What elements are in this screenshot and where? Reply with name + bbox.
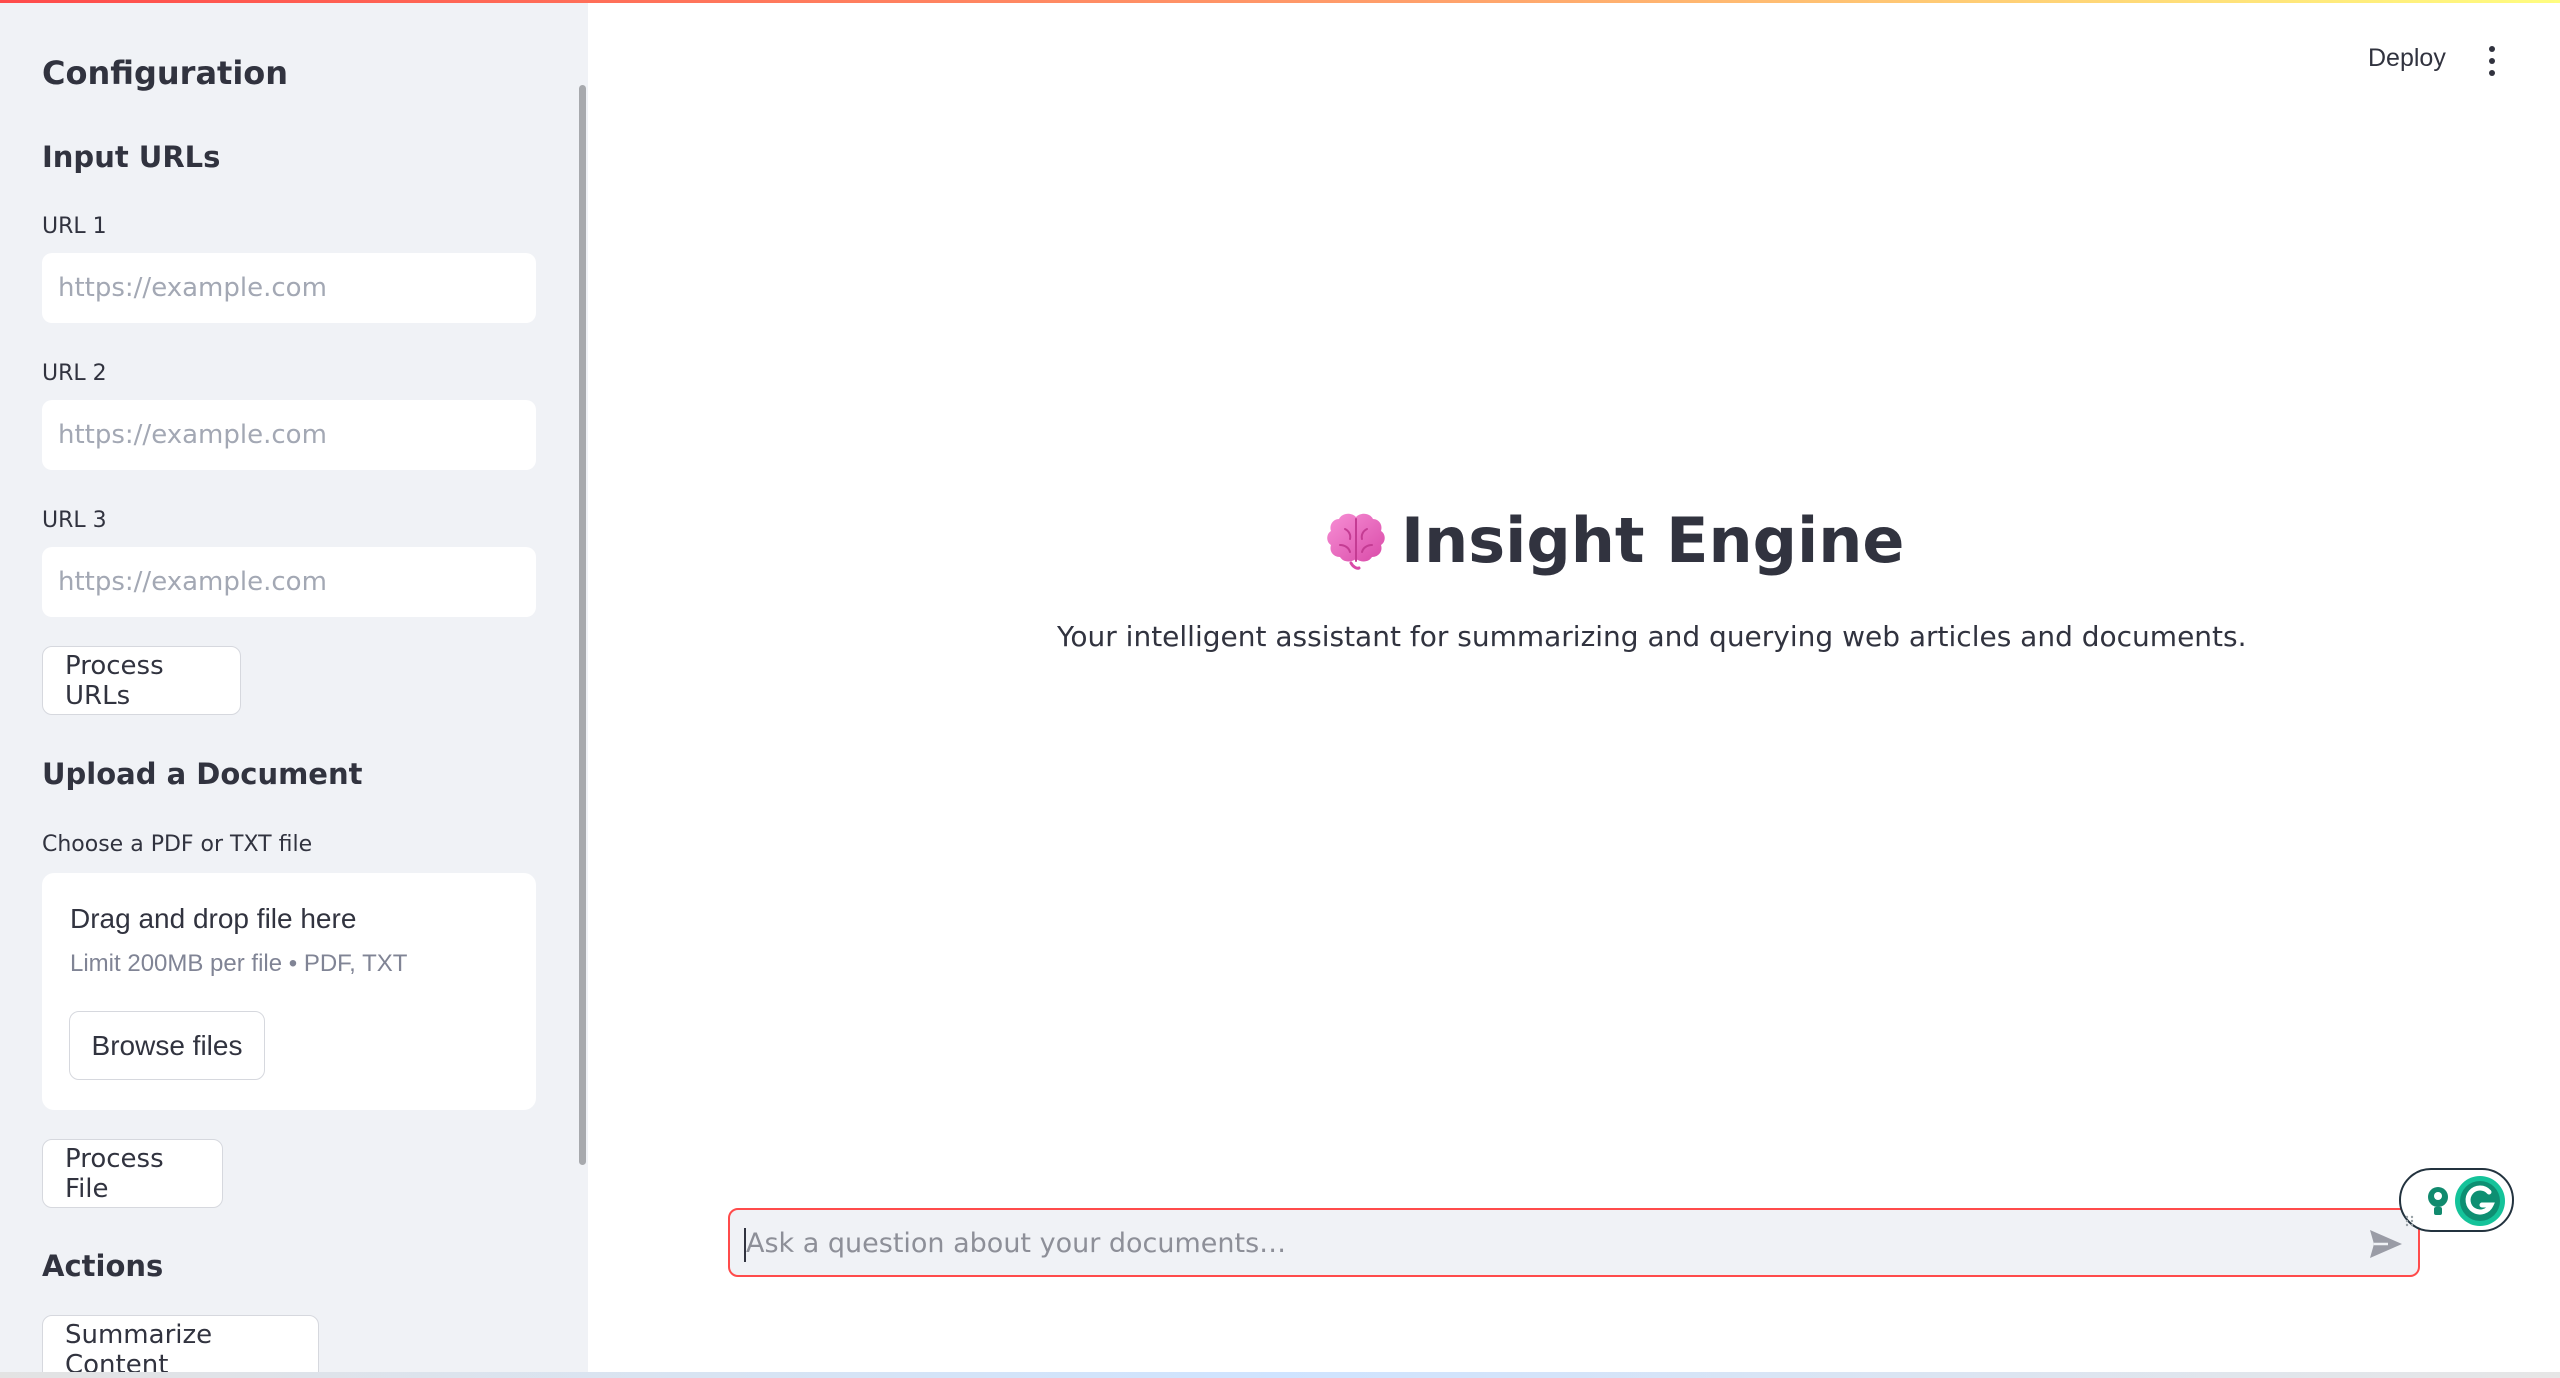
page-header: Insight Engine: [1323, 500, 1904, 580]
sidebar: Configuration Input URLs URL 1 https://e…: [0, 0, 588, 1372]
dropzone-limit: Limit 200MB per file • PDF, TXT: [70, 950, 408, 977]
chat-input[interactable]: Ask a question about your documents…: [728, 1208, 2420, 1277]
process-urls-button[interactable]: Process URLs: [42, 646, 241, 715]
lightbulb-icon[interactable]: [2425, 1185, 2451, 1219]
file-dropzone[interactable]: Drag and drop file here Limit 200MB per …: [42, 873, 536, 1110]
url-1-label: URL 1: [42, 214, 107, 239]
url-3-placeholder: https://example.com: [58, 567, 327, 597]
sidebar-title: Configuration: [42, 54, 289, 92]
send-icon[interactable]: [2368, 1228, 2404, 1260]
url-1-input[interactable]: https://example.com: [42, 253, 536, 323]
upload-label: Choose a PDF or TXT file: [42, 832, 313, 857]
url-1-placeholder: https://example.com: [58, 273, 327, 303]
sidebar-scrollbar[interactable]: [579, 85, 586, 1165]
actions-heading: Actions: [42, 1249, 164, 1283]
deploy-button[interactable]: Deploy: [2368, 44, 2446, 73]
input-urls-heading: Input URLs: [42, 140, 221, 174]
bottom-border: [0, 1372, 2560, 1378]
page-subtitle: Your intelligent assistant for summarizi…: [1057, 620, 2247, 653]
url-2-input[interactable]: https://example.com: [42, 400, 536, 470]
url-3-label: URL 3: [42, 508, 107, 533]
page-title: Insight Engine: [1401, 503, 1905, 577]
grammarly-widget[interactable]: [2399, 1168, 2514, 1232]
brain-icon: [1327, 513, 1385, 570]
url-3-input[interactable]: https://example.com: [42, 547, 536, 617]
summarize-content-button[interactable]: Summarize Content: [42, 1315, 319, 1372]
browse-files-button[interactable]: Browse files: [69, 1011, 265, 1080]
chat-placeholder: Ask a question about your documents…: [746, 1228, 1287, 1259]
upload-heading: Upload a Document: [42, 757, 363, 791]
top-decoration-bar: [0, 0, 2560, 3]
url-2-placeholder: https://example.com: [58, 420, 327, 450]
process-file-button[interactable]: Process File: [42, 1139, 223, 1208]
dropzone-title: Drag and drop file here: [70, 903, 357, 934]
drag-handle-icon[interactable]: [2405, 1214, 2415, 1228]
url-2-label: URL 2: [42, 361, 107, 386]
kebab-menu-icon[interactable]: [2486, 46, 2498, 76]
grammarly-logo-icon[interactable]: [2454, 1175, 2506, 1227]
